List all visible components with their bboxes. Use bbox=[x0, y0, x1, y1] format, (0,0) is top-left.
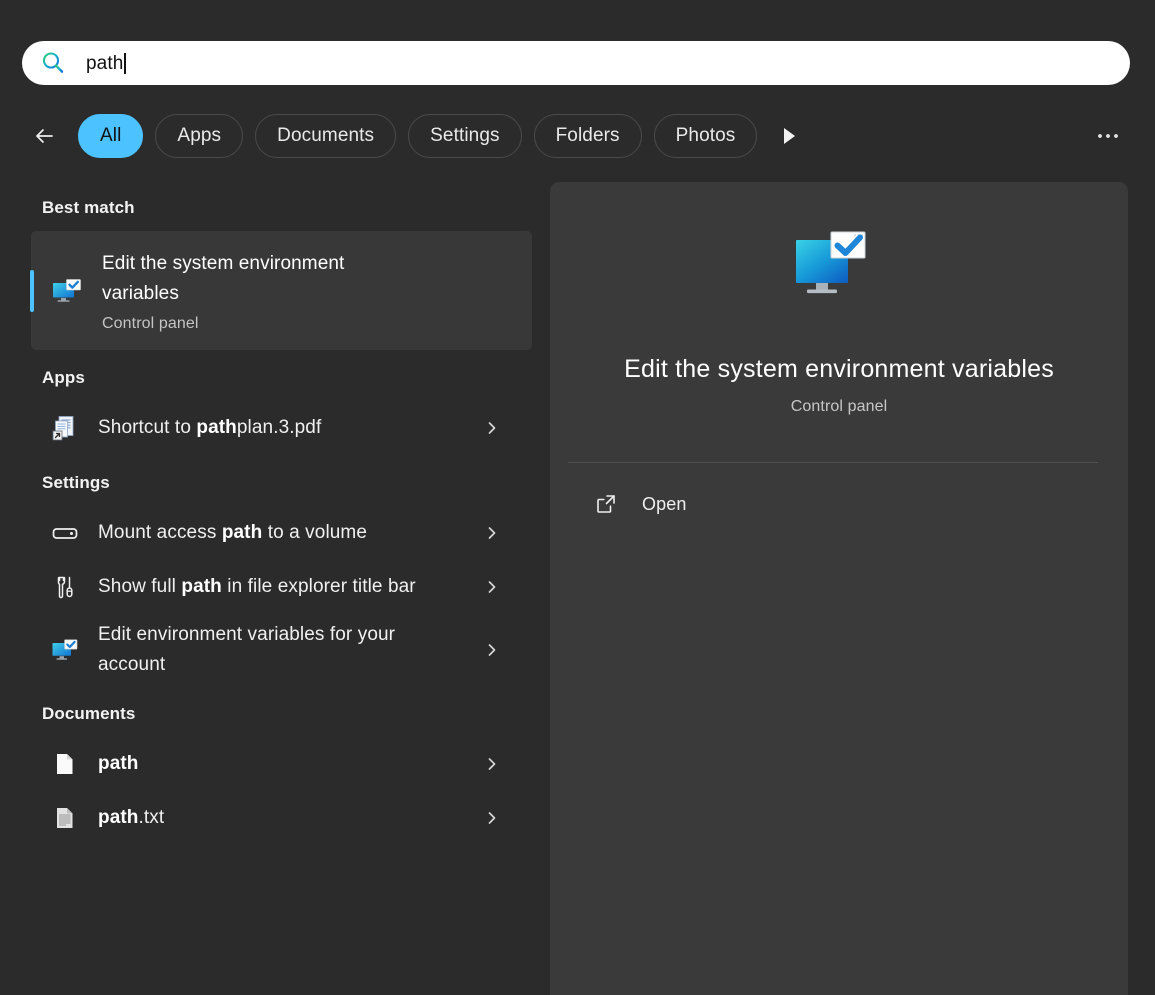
tab-label: All bbox=[100, 125, 122, 146]
result-row-label: Show full path in file explorer title ba… bbox=[98, 576, 416, 597]
best-match-result[interactable]: Edit the system environment variables Co… bbox=[30, 231, 532, 350]
search-box[interactable]: path bbox=[22, 41, 1130, 85]
preview-divider bbox=[568, 462, 1098, 463]
text-caret bbox=[124, 52, 126, 74]
preview-title: Edit the system environment variables bbox=[624, 355, 1054, 383]
windows-search-overlay: path All Apps Documents Settings Folders… bbox=[0, 0, 1155, 995]
tab-all[interactable]: All bbox=[78, 114, 144, 158]
result-row-label: path.txt bbox=[98, 807, 165, 828]
section-header-best-match: Best match bbox=[42, 198, 135, 217]
chevron-right-icon[interactable] bbox=[485, 580, 499, 594]
results-list: Best match Edit the system environment v… bbox=[0, 182, 548, 995]
best-match-text: Edit the system environment variables Co… bbox=[102, 249, 382, 333]
text-document-icon bbox=[50, 803, 80, 833]
result-row-label: Edit environment variables for your acco… bbox=[98, 624, 396, 675]
tab-label: Folders bbox=[555, 125, 620, 146]
blank-document-icon bbox=[50, 749, 80, 779]
preview-panel: Edit the system environment variables Co… bbox=[550, 182, 1128, 995]
result-row-label: Mount access path to a volume bbox=[98, 522, 368, 543]
chevron-right-icon[interactable] bbox=[485, 757, 499, 771]
section-header-apps: Apps bbox=[42, 368, 85, 387]
selection-accent-bar bbox=[30, 269, 34, 312]
preview-icon-container bbox=[550, 182, 1128, 314]
tools-icon bbox=[50, 572, 80, 602]
tab-settings[interactable]: Settings bbox=[408, 114, 522, 158]
open-action-label: Open bbox=[642, 493, 687, 514]
system-properties-icon bbox=[50, 635, 80, 665]
best-match-subtitle: Control panel bbox=[102, 314, 199, 332]
open-action-button[interactable]: Open bbox=[568, 481, 1110, 527]
chevron-right-icon[interactable] bbox=[485, 526, 499, 540]
tab-label: Documents bbox=[277, 125, 375, 146]
chevron-right-icon[interactable] bbox=[485, 421, 499, 435]
result-row-mount-access-path[interactable]: Mount access path to a volume bbox=[31, 506, 532, 560]
search-query-text: path bbox=[86, 52, 124, 74]
tab-label: Apps bbox=[177, 125, 222, 146]
filter-tab-bar: All Apps Documents Settings Folders Phot… bbox=[22, 110, 1130, 162]
more-options-button[interactable] bbox=[1086, 114, 1130, 158]
drive-icon bbox=[50, 518, 80, 548]
result-row-edit-env-vars-account[interactable]: Edit environment variables for your acco… bbox=[31, 614, 532, 686]
tab-label: Settings bbox=[430, 125, 500, 146]
result-row-path-txt[interactable]: path.txt bbox=[31, 791, 532, 845]
section-header-settings: Settings bbox=[42, 473, 110, 492]
tab-photos[interactable]: Photos bbox=[653, 114, 758, 158]
tab-apps[interactable]: Apps bbox=[155, 114, 244, 158]
search-input[interactable]: path bbox=[86, 52, 126, 74]
result-row-show-full-path[interactable]: Show full path in file explorer title ba… bbox=[31, 560, 532, 614]
back-button[interactable] bbox=[22, 114, 66, 158]
result-row-label: Shortcut to pathplan.3.pdf bbox=[98, 417, 322, 438]
open-external-icon bbox=[596, 494, 616, 514]
section-header-documents: Documents bbox=[42, 704, 136, 723]
tab-documents[interactable]: Documents bbox=[255, 114, 397, 158]
tab-folders[interactable]: Folders bbox=[533, 114, 642, 158]
system-properties-icon bbox=[50, 274, 84, 308]
chevron-right-icon[interactable] bbox=[485, 643, 499, 657]
result-row-pathplan-pdf[interactable]: Shortcut to pathplan.3.pdf bbox=[31, 401, 532, 455]
system-properties-icon-large bbox=[791, 230, 887, 314]
result-row-path-document[interactable]: path bbox=[31, 737, 532, 791]
best-match-title: Edit the system environment variables bbox=[102, 252, 345, 304]
tab-label: Photos bbox=[675, 125, 736, 146]
result-row-label: path bbox=[98, 753, 139, 774]
chevron-right-icon[interactable] bbox=[769, 114, 809, 158]
play-triangle-icon bbox=[783, 128, 795, 144]
chevron-right-icon[interactable] bbox=[485, 811, 499, 825]
pdf-shortcut-icon bbox=[50, 413, 80, 443]
preview-subtitle: Control panel bbox=[790, 398, 888, 415]
search-icon bbox=[40, 50, 66, 76]
